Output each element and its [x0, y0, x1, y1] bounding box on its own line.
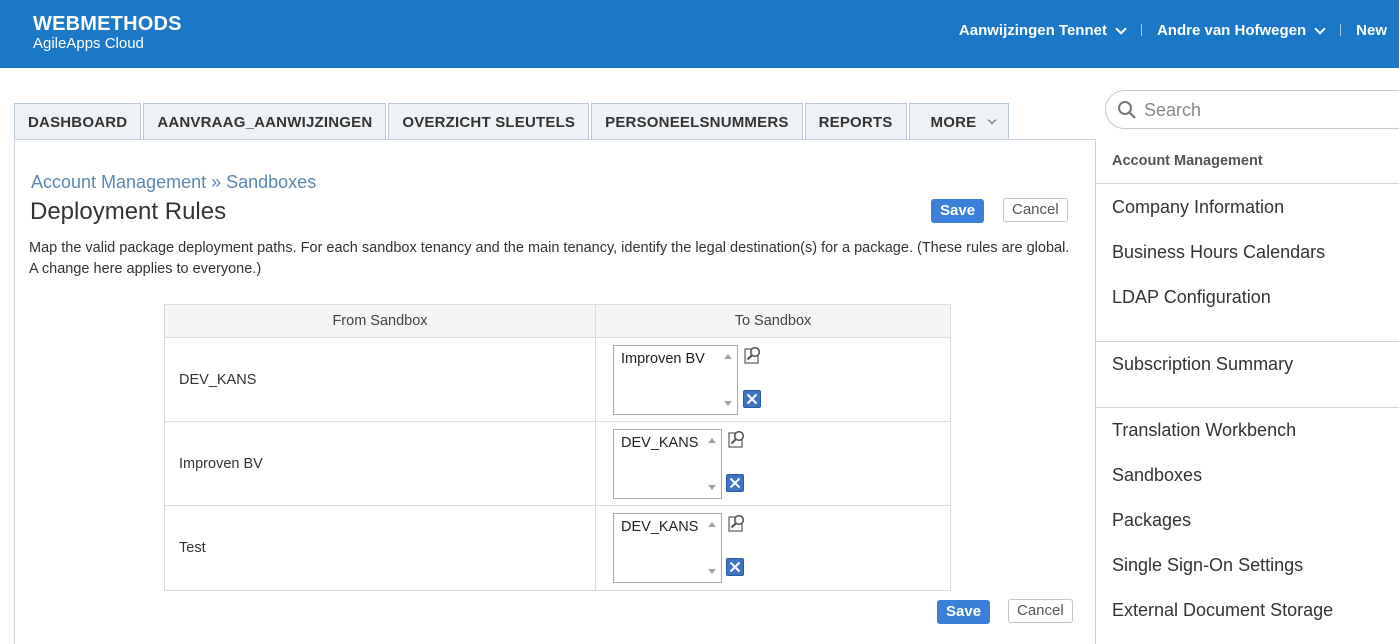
- tab-label: REPORTS: [818, 113, 893, 131]
- new-menu[interactable]: New: [1356, 22, 1387, 39]
- nav-divider: [1340, 24, 1342, 36]
- listbox-scrollbar[interactable]: [704, 430, 721, 498]
- to-sandbox-listbox[interactable]: DEV_KANS: [613, 429, 722, 499]
- scroll-up-arrow-icon[interactable]: [708, 438, 716, 443]
- to-sandbox-value[interactable]: DEV_KANS: [621, 519, 698, 535]
- scroll-up-arrow-icon[interactable]: [708, 522, 716, 527]
- lookup-icon[interactable]: [727, 429, 747, 449]
- search-icon: [1118, 101, 1136, 119]
- search-placeholder: Search: [1144, 100, 1202, 120]
- sidebar-item-external-document-storage[interactable]: External Document Storage: [1112, 600, 1333, 621]
- new-menu-label: New: [1356, 21, 1387, 39]
- brand-main-text: WEBMETHODS: [33, 13, 182, 35]
- to-sandbox-cell: DEV_KANS: [596, 506, 950, 590]
- chevron-down-icon: [1315, 25, 1325, 35]
- sidebar-item-subscription-summary[interactable]: Subscription Summary: [1112, 354, 1293, 375]
- brand-logo[interactable]: WEBMETHODS AgileApps Cloud: [33, 13, 182, 53]
- user-menu-label: Andre van Hofwegen: [1156, 21, 1307, 39]
- listbox-scrollbar[interactable]: [720, 346, 737, 414]
- main-panel: Account Management » Sandboxes Deploymen…: [14, 139, 1096, 644]
- save-button-top[interactable]: Save: [931, 199, 985, 223]
- tab-more[interactable]: MORE: [908, 103, 1010, 140]
- to-sandbox-cell: Improven BV: [596, 338, 950, 421]
- to-sandbox-cell: DEV_KANS: [596, 422, 950, 505]
- scroll-down-arrow-icon[interactable]: [724, 401, 732, 406]
- sidebar-divider: [1095, 407, 1399, 408]
- sidebar-divider: [1095, 341, 1399, 342]
- from-sandbox-cell: Test: [165, 506, 596, 590]
- main-tabs: DASHBOARD AANVRAAG_AANWIJZINGEN OVERZICH…: [14, 103, 1011, 140]
- tab-label: MORE: [930, 113, 977, 131]
- tab-label: PERSONEELSNUMMERS: [605, 113, 789, 131]
- user-menu[interactable]: Andre van Hofwegen: [1157, 22, 1325, 39]
- sidebar-item-business-hours-calendars[interactable]: Business Hours Calendars: [1112, 242, 1325, 263]
- tab-label: DASHBOARD: [28, 113, 128, 131]
- remove-icon[interactable]: [726, 558, 744, 576]
- listbox-scrollbar[interactable]: [704, 514, 721, 582]
- tab-label: AANVRAAG_AANWIJZINGEN: [157, 113, 373, 131]
- tab-overzicht-sleutels[interactable]: OVERZICHT SLEUTELS: [388, 103, 590, 140]
- sidebar-divider: [1095, 183, 1399, 184]
- to-sandbox-listbox[interactable]: DEV_KANS: [613, 513, 722, 583]
- search-box[interactable]: Search: [1105, 90, 1399, 129]
- page-title: Deployment Rules: [30, 198, 227, 225]
- from-sandbox-cell: DEV_KANS: [165, 338, 596, 421]
- tab-reports[interactable]: REPORTS: [804, 103, 907, 140]
- table-row: Improven BV DEV_KANS: [165, 422, 950, 506]
- deployment-rules-table: From Sandbox To Sandbox DEV_KANS Improve…: [164, 304, 951, 591]
- chevron-down-icon: [988, 117, 998, 127]
- table-row: Test DEV_KANS: [165, 506, 950, 590]
- tab-aanvraag-aanwijzingen[interactable]: AANVRAAG_AANWIJZINGEN: [143, 103, 387, 140]
- lookup-icon[interactable]: [743, 345, 763, 365]
- chevron-down-icon: [1116, 25, 1126, 35]
- lookup-icon[interactable]: [727, 513, 747, 533]
- cancel-button-top[interactable]: Cancel: [1003, 198, 1068, 222]
- save-button-bottom[interactable]: Save: [937, 600, 991, 624]
- scroll-up-arrow-icon[interactable]: [724, 354, 732, 359]
- app-switcher-menu[interactable]: Aanwijzingen Tennet: [959, 22, 1126, 39]
- to-sandbox-value[interactable]: DEV_KANS: [621, 435, 698, 451]
- top-nav: Aanwijzingen Tennet Andre van Hofwegen N…: [959, 20, 1399, 40]
- column-header-to: To Sandbox: [734, 313, 812, 329]
- table-row: DEV_KANS Improven BV: [165, 338, 950, 422]
- sidebar-item-single-sign-on-settings[interactable]: Single Sign-On Settings: [1112, 555, 1303, 576]
- sidebar-item-sandboxes[interactable]: Sandboxes: [1112, 465, 1202, 486]
- column-header-from: From Sandbox: [165, 305, 596, 337]
- app-switcher-label: Aanwijzingen Tennet: [958, 21, 1107, 39]
- cancel-button-bottom[interactable]: Cancel: [1008, 599, 1073, 623]
- sidebar-heading: Account Management: [1112, 153, 1263, 169]
- sidebar-item-ldap-configuration[interactable]: LDAP Configuration: [1112, 287, 1271, 308]
- tab-label: OVERZICHT SLEUTELS: [402, 113, 576, 131]
- sidebar-item-company-information[interactable]: Company Information: [1112, 197, 1284, 218]
- brand-sub-text: AgileApps Cloud: [33, 35, 144, 52]
- to-sandbox-listbox[interactable]: Improven BV: [613, 345, 738, 415]
- page-description: Map the valid package deployment paths. …: [29, 240, 1070, 277]
- tab-personeelsnummers[interactable]: PERSONEELSNUMMERS: [591, 103, 803, 140]
- scroll-down-arrow-icon[interactable]: [708, 485, 716, 490]
- remove-icon[interactable]: [743, 390, 761, 408]
- to-sandbox-value[interactable]: Improven BV: [621, 351, 705, 367]
- top-header: WEBMETHODS AgileApps Cloud Aanwijzingen …: [0, 0, 1399, 68]
- remove-icon[interactable]: [726, 474, 744, 492]
- tab-dashboard[interactable]: DASHBOARD: [14, 103, 142, 140]
- scroll-down-arrow-icon[interactable]: [708, 569, 716, 574]
- nav-divider: [1140, 24, 1142, 36]
- from-sandbox-cell: Improven BV: [165, 422, 596, 505]
- sidebar-item-packages[interactable]: Packages: [1112, 510, 1191, 531]
- breadcrumb[interactable]: Account Management » Sandboxes: [31, 172, 316, 193]
- sidebar-item-translation-workbench[interactable]: Translation Workbench: [1112, 420, 1296, 441]
- table-header: From Sandbox To Sandbox: [165, 305, 950, 338]
